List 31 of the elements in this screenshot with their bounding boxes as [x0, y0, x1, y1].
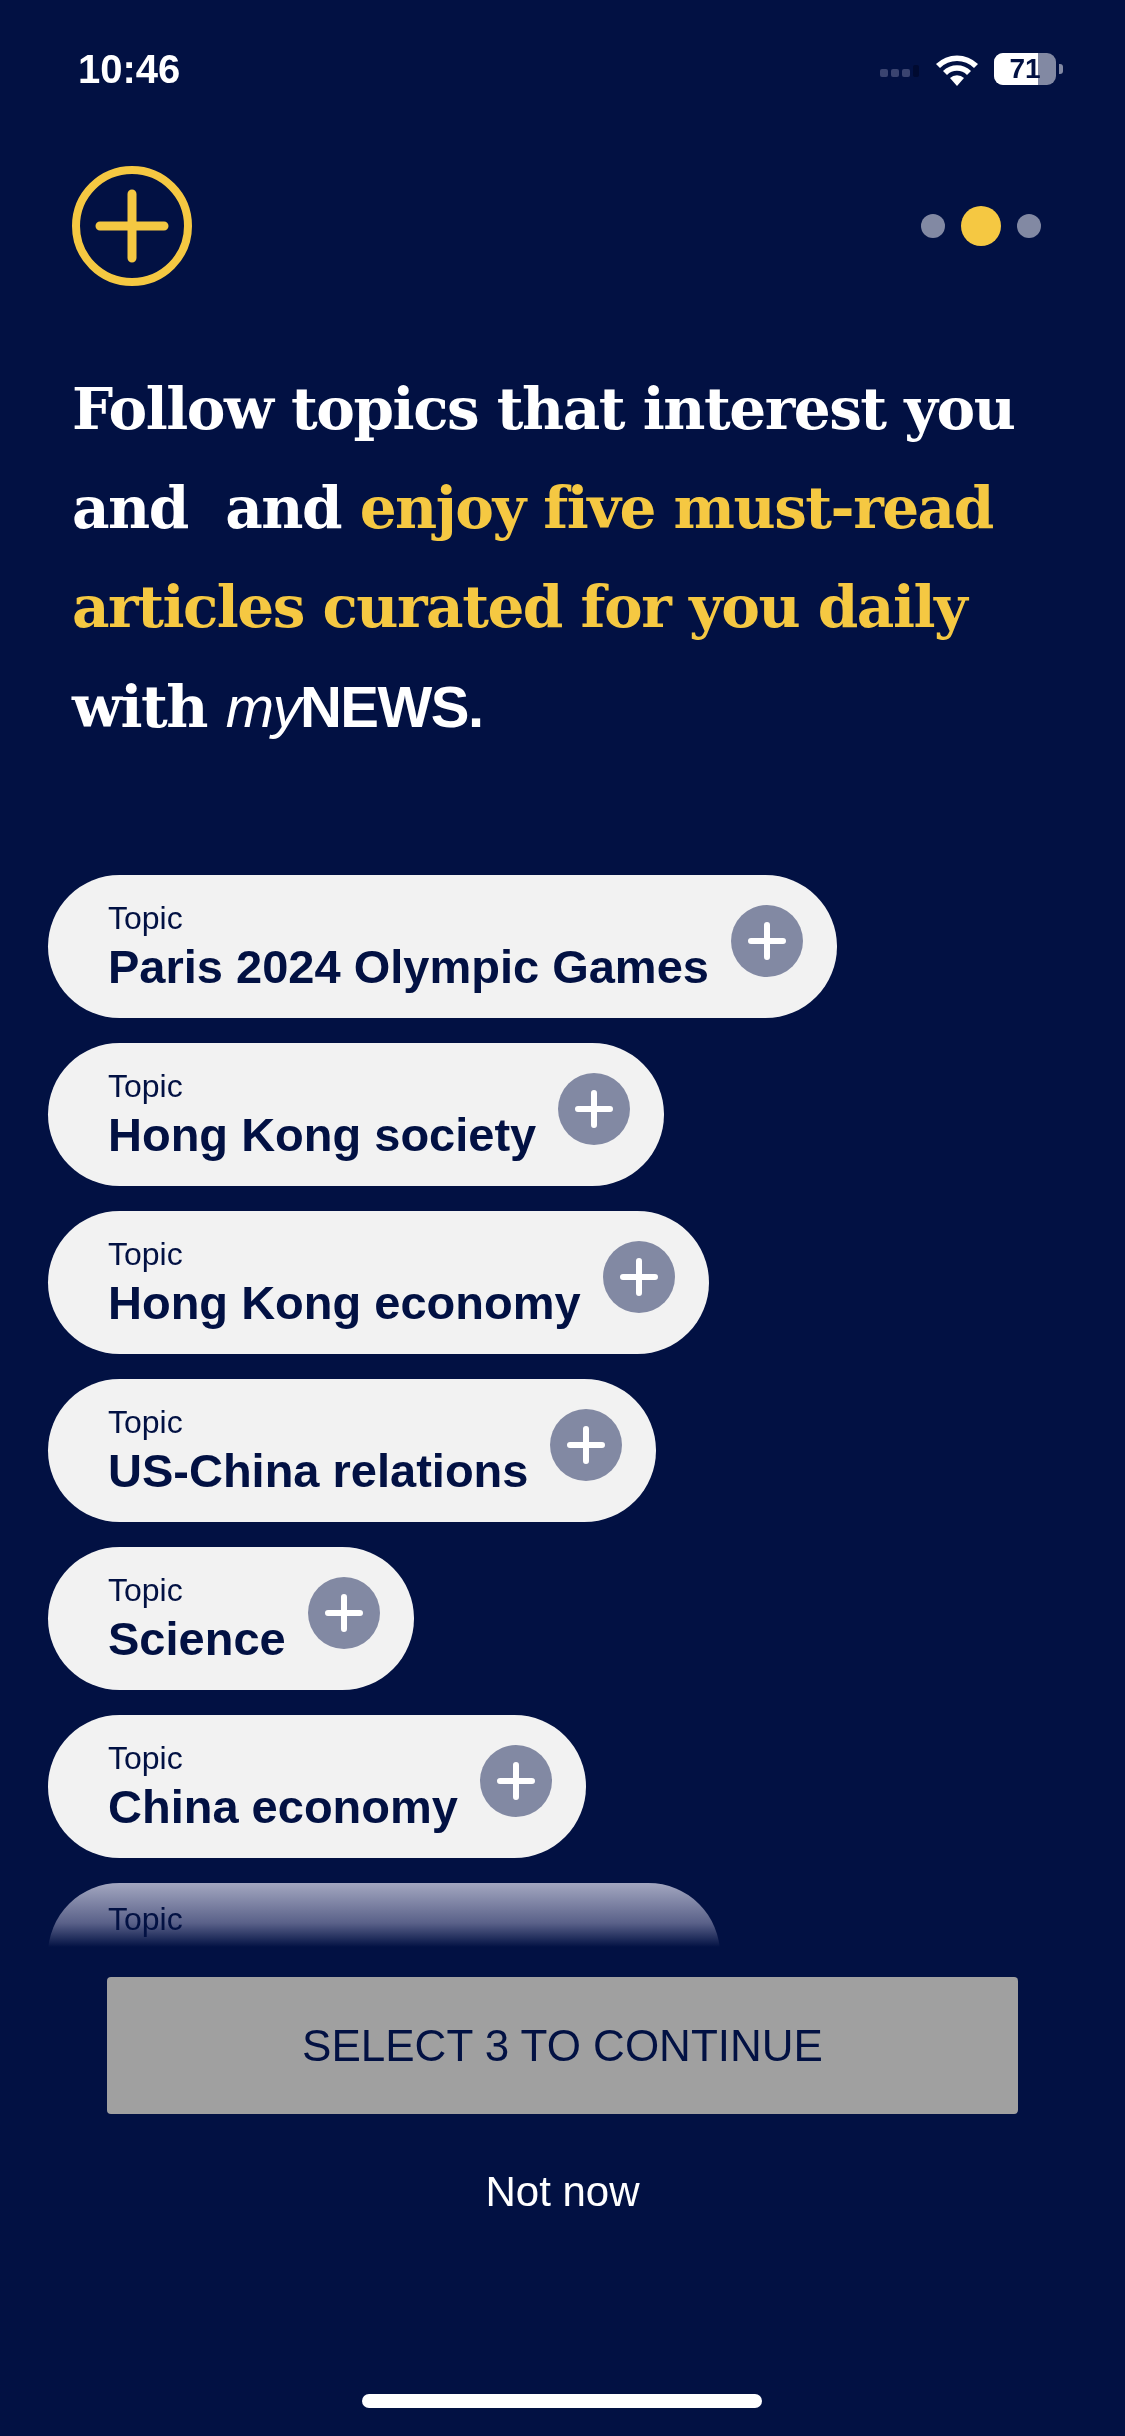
topic-label: Topic [108, 1234, 184, 1274]
headline: Follow topics that interest you and and enjoy five must-read articles curated for you daily with myNEWS. [72, 374, 1016, 743]
topic-title: Hong Kong economy [108, 1274, 581, 1331]
topic-label: Topic [108, 1738, 184, 1778]
topic-label: Topic [108, 1402, 184, 1442]
plus-icon[interactable] [550, 1408, 623, 1481]
not-now-link[interactable]: Not now [485, 2168, 640, 2216]
topic-title: Paris 2024 Olympic Games [108, 938, 709, 995]
plus-icon[interactable] [479, 1744, 552, 1817]
topic-chip[interactable]: Topic Hong Kong society [48, 1043, 665, 1186]
plus-icon[interactable] [558, 1072, 631, 1145]
status-time: 10:46 [78, 46, 181, 92]
topic-title: China economy [108, 1778, 458, 1835]
plus-icon[interactable] [307, 1576, 380, 1649]
topic-chip[interactable]: Topic Hong Kong economy [48, 1211, 709, 1354]
plus-circle-logo-icon [70, 164, 194, 288]
topic-label: Topic [108, 1570, 184, 1610]
topic-chip[interactable]: Topic China economy [48, 1715, 586, 1858]
wifi-icon [934, 52, 980, 86]
topic-label: Topic [108, 1066, 184, 1106]
topic-title: Hong Kong society [108, 1106, 537, 1163]
topic-label: Topic [108, 898, 184, 938]
topic-chip[interactable]: Topic Science [48, 1547, 414, 1690]
plus-icon[interactable] [730, 904, 803, 977]
battery-percent: 71 [1008, 53, 1042, 85]
topic-label: Topic [108, 1900, 183, 1939]
topic-chip[interactable]: Topic US-China relations [48, 1379, 657, 1522]
topic-chip[interactable]: Topic Paris 2024 Olympic Games [48, 875, 837, 1018]
topic-title: Science [108, 1610, 286, 1667]
topic-title: US-China relations [108, 1442, 529, 1499]
plus-icon[interactable] [602, 1240, 675, 1313]
